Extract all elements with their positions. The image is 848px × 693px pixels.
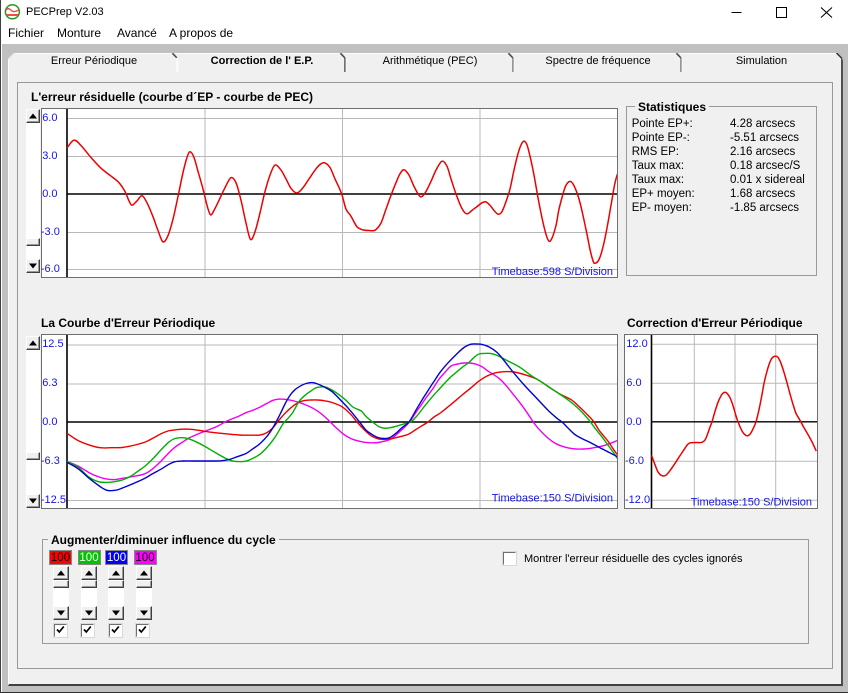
svg-text:Timebase:598 S/Division: Timebase:598 S/Division xyxy=(492,266,613,277)
svg-text:Timebase:150 S/Division: Timebase:150 S/Division xyxy=(492,492,613,504)
svg-text:Timebase:150 S/Division: Timebase:150 S/Division xyxy=(691,496,812,508)
